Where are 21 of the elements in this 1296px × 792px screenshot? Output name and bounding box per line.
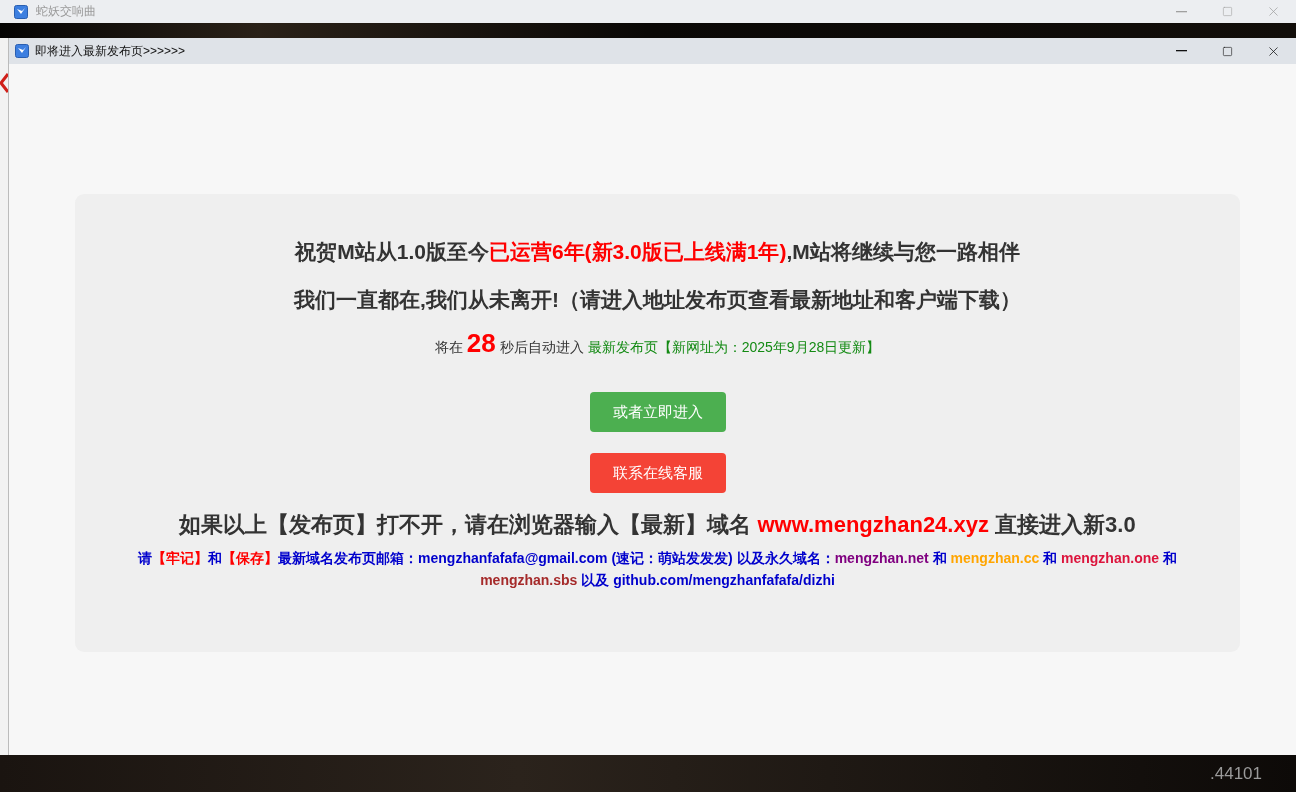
minimize-icon bbox=[1175, 50, 1187, 52]
subheadline: 我们一直都在,我们从未离开!（请进入地址发布页查看最新地址和客户端下载） bbox=[294, 287, 1021, 313]
countdown-prefix: 将在 bbox=[434, 339, 463, 357]
release-page-link[interactable]: 最新发布页 bbox=[587, 339, 658, 357]
chevron-icon bbox=[0, 72, 8, 94]
app-icon bbox=[15, 44, 29, 58]
app-icon bbox=[14, 4, 28, 19]
countdown-seconds: 28 bbox=[466, 328, 496, 359]
countdown-suffix: 秒后自动进入 bbox=[499, 339, 584, 357]
window-title: 蛇妖交响曲 bbox=[36, 3, 96, 20]
fallback-text: 如果以上【发布页】打不开，请在浏览器输入【最新】域名 www.mengzhan24.xyz 直接进入新3.0 bbox=[178, 511, 1137, 539]
headline: 祝贺M站从1.0版至今已运营6年(新3.0版已上线满1年),M站将继续与您一路相伴 bbox=[295, 239, 1020, 265]
action-button[interactable]: 或者立即进入 bbox=[589, 392, 726, 432]
notice-text: 请【牢记】和【保存】最新域名发布页邮箱：mengzhanfafafa@gmail.com (速记：萌站发发发) 以及永久域名：mengzhan.net 和 mengzhan.cc 和 mengzhan.one 和 mengzhan.sbs 以及 github.com/mengzhanfafafa/dizhi bbox=[137, 549, 1178, 590]
background-text: .44101 bbox=[1210, 763, 1262, 784]
action-button[interactable]: 联系在线客服 bbox=[589, 453, 726, 493]
minimize-icon bbox=[1175, 10, 1187, 13]
dialog-title: 即将进入最新发布页>>>>>> bbox=[35, 42, 186, 60]
maximize-icon bbox=[1221, 45, 1233, 57]
maximize-icon bbox=[1221, 6, 1233, 17]
update-note: 【新网址为：2025年9月28日更新】 bbox=[657, 339, 881, 357]
